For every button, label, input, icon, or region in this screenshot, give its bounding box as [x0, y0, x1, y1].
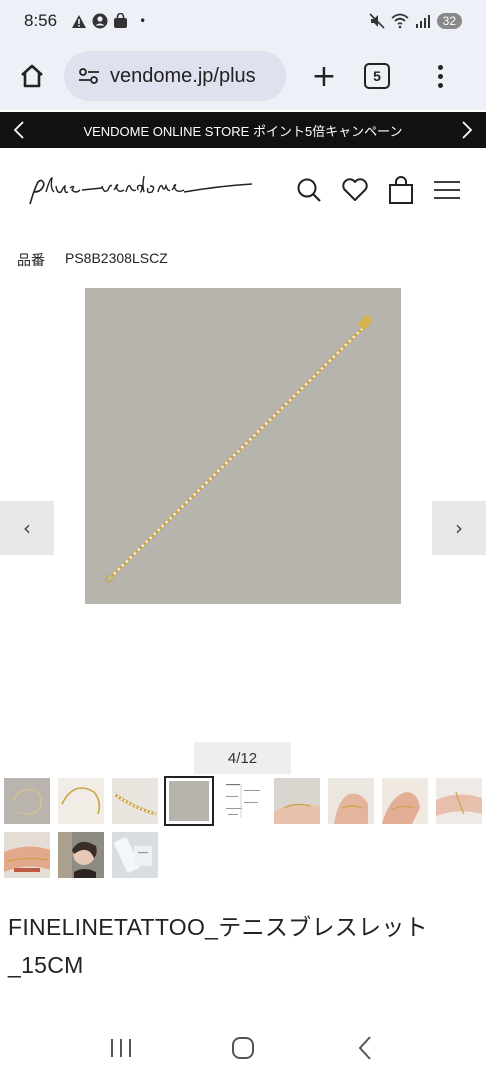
heart-icon: [342, 178, 368, 201]
thumbnail-8[interactable]: [382, 778, 428, 824]
site-header: [0, 150, 486, 230]
status-time: 8:56: [24, 11, 58, 30]
site-settings-icon: [79, 68, 99, 84]
image-pager: 4/12: [194, 742, 291, 774]
favorites-button[interactable]: [340, 175, 370, 205]
recent-apps-button[interactable]: [96, 1023, 146, 1073]
cart-button[interactable]: [386, 175, 416, 205]
product-title: FINELINETATTOO_テニスブレスレット_15CM: [8, 914, 428, 978]
home-icon: [21, 64, 43, 88]
shopping-bag-icon: [389, 176, 413, 204]
new-tab-button[interactable]: +: [304, 56, 344, 96]
shopping-bag-icon: [114, 13, 128, 28]
browser-toolbar: vendome.jp/plus + 5: [0, 42, 486, 110]
status-notification-icons: •: [71, 13, 146, 29]
address-bar[interactable]: vendome.jp/plus: [64, 51, 286, 101]
thumbnail-12[interactable]: [112, 832, 158, 878]
product-code: 品番 PS8B2308LSCZ: [17, 250, 168, 270]
recent-apps-icon: [111, 1039, 131, 1057]
hamburger-menu-button[interactable]: [432, 175, 462, 205]
thumbnail-2[interactable]: [58, 778, 104, 824]
menu-dot: [437, 73, 443, 79]
mute-icon: [369, 13, 385, 29]
product-code-value: PS8B2308LSCZ: [65, 250, 168, 266]
home-nav-button[interactable]: [218, 1023, 268, 1073]
menu-dot: [437, 82, 443, 88]
promo-text[interactable]: VENDOME ONLINE STORE ポイント5倍キャンペーン: [83, 121, 402, 140]
status-bar: 8:56 • 32: [0, 0, 486, 42]
thumbnail-5[interactable]: [220, 778, 266, 824]
home-button[interactable]: [12, 56, 52, 96]
chevron-left-icon: [13, 121, 24, 139]
hamburger-icon: [434, 181, 460, 199]
thumbnail-4-selected[interactable]: [164, 776, 214, 826]
back-icon: [358, 1036, 371, 1060]
promo-prev-button[interactable]: [4, 112, 34, 148]
thumbnail-6[interactable]: [274, 778, 320, 824]
promo-next-button[interactable]: [452, 112, 482, 148]
url-text: vendome.jp/plus: [110, 64, 256, 87]
header-actions: [294, 175, 462, 205]
thumbnail-10[interactable]: [4, 832, 50, 878]
back-nav-button[interactable]: [340, 1023, 390, 1073]
status-right: 32: [369, 13, 462, 29]
thumbnail-11[interactable]: [58, 832, 104, 878]
promo-banner[interactable]: VENDOME ONLINE STORE ポイント5倍キャンペーン: [0, 112, 486, 148]
status-dot: •: [139, 14, 147, 28]
product-code-label: 品番: [17, 252, 45, 268]
carousel-prev-button[interactable]: ‹: [0, 501, 54, 555]
thumbnail-1[interactable]: [4, 778, 50, 824]
carousel-next-button[interactable]: ›: [432, 501, 486, 555]
plus-vendome-logo[interactable]: [24, 170, 254, 210]
thumbnail-9[interactable]: [436, 778, 482, 824]
status-left: 8:56 •: [24, 11, 146, 31]
home-square-icon: [232, 1037, 254, 1059]
system-nav-bar: [0, 1016, 486, 1080]
browser-menu-button[interactable]: [430, 64, 450, 88]
bracelet-illustration: [85, 288, 401, 604]
thumbnail-3[interactable]: [112, 778, 158, 824]
thumbnail-7[interactable]: [328, 778, 374, 824]
signal-icon: [415, 14, 430, 28]
tab-switcher-button[interactable]: 5: [364, 63, 390, 89]
main-product-image[interactable]: [85, 288, 401, 604]
warning-icon: [72, 14, 87, 28]
search-icon: [297, 178, 321, 202]
battery-indicator: 32: [436, 13, 462, 29]
wifi-icon: [391, 13, 409, 29]
chevron-right-icon: [462, 121, 473, 139]
search-button[interactable]: [294, 175, 324, 205]
menu-dot: [437, 64, 443, 70]
account-circle-icon: [92, 13, 108, 29]
